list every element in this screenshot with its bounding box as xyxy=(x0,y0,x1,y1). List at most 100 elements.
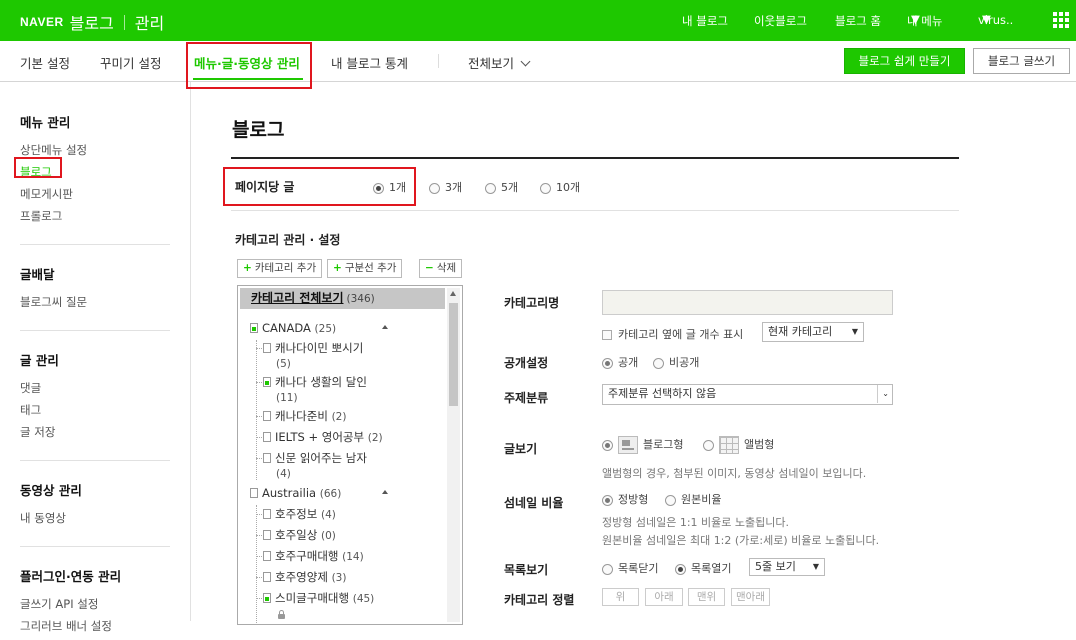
tree-root-all-categories[interactable]: 카테고리 전체보기 (346) xyxy=(240,288,445,309)
per-page-option-5[interactable]: 5개 xyxy=(485,179,518,195)
tree-node-australia-daily[interactable]: 호주일상 (0) xyxy=(263,528,336,544)
topic-select[interactable]: 주제분류 선택하지 않음 ⌄ xyxy=(602,384,893,405)
tree-branch xyxy=(256,514,262,515)
per-page-label: 페이지당 글 xyxy=(235,180,295,194)
radio-selected-icon xyxy=(675,563,686,575)
tree-node-australia-supplements[interactable]: 호주영양제 (3) xyxy=(263,570,346,586)
sidebar-item-blog[interactable]: 블로그 xyxy=(20,164,170,186)
tree-node-canada-life[interactable]: 캐나다 생활의 달인 (11) xyxy=(263,375,367,406)
tree-node-canada-immigration[interactable]: 캐나다이민 뽀시기 (5) xyxy=(263,341,363,372)
sidebar: 메뉴 관리 상단메뉴 설정 블로그 메모게시판 프롤로그 글배달 블로그씨 질문… xyxy=(0,82,191,633)
nav-neighbor-blog[interactable]: 이웃블로그 xyxy=(754,13,807,29)
collapse-icon[interactable] xyxy=(382,325,388,329)
sidebar-section-title: 글 관리 xyxy=(20,353,59,368)
show-count-select[interactable]: 현재 카테고리 ▼ xyxy=(762,322,864,342)
sidebar-item-prologue[interactable]: 프롤로그 xyxy=(20,208,170,230)
tree-node-australia-shopping[interactable]: 호주구매대행 (14) xyxy=(263,549,364,565)
sidebar-item-tags[interactable]: 태그 xyxy=(20,402,170,424)
tree-connector xyxy=(256,340,257,480)
sidebar-item-my-videos[interactable]: 내 동영상 xyxy=(20,510,170,532)
radio-icon xyxy=(703,439,714,451)
title-divider xyxy=(231,157,959,159)
list-close-radio[interactable]: 목록닫기 xyxy=(602,560,658,576)
top-bar: NAVER 블로그 관리 내 블로그 이웃블로그 블로그 홈 내 메뉴 ▼ vir… xyxy=(0,0,1076,41)
main-content: 블로그 페이지당 글 1개 3개 5개 10개 카테고리 관리 · 설정 + 카테… xyxy=(191,82,1076,625)
view-label: 글보기 xyxy=(504,442,538,456)
sidebar-item-saved-posts[interactable]: 글 저장 xyxy=(20,424,170,446)
thumb-original-radio[interactable]: 원본비율 xyxy=(665,491,721,507)
tree-branch xyxy=(256,598,262,599)
view-description: 앨범형의 경우, 첨부된 이미지, 동영상 섬네일이 보입니다. xyxy=(602,467,867,480)
radio-icon xyxy=(602,563,613,575)
tree-node-newspaper[interactable]: 신문 읽어주는 남자 (4) xyxy=(263,451,367,482)
add-divider-button[interactable]: + 구분선 추가 xyxy=(327,259,403,278)
active-tab-underline xyxy=(193,78,303,80)
sort-top-button[interactable]: 맨위 xyxy=(688,588,725,606)
category-name-label: 카테고리명 xyxy=(504,296,560,310)
tree-node-ielts[interactable]: IELTS + 영어공부 (2) xyxy=(263,430,383,446)
show-count-checkbox[interactable]: 카테고리 옆에 글 개수 표시 xyxy=(602,326,743,342)
sidebar-item-comments[interactable]: 댓글 xyxy=(20,380,170,402)
topic-label: 주제분류 xyxy=(504,391,549,405)
radio-selected-icon xyxy=(373,182,384,194)
category-icon xyxy=(250,323,258,333)
sidebar-item-banner[interactable]: 그리러브 배너 설정 xyxy=(20,618,170,640)
view-album-radio[interactable]: 앨범형 xyxy=(703,436,774,454)
radio-icon xyxy=(665,494,676,506)
lock-icon xyxy=(278,610,285,619)
category-icon xyxy=(263,411,271,421)
sidebar-section-posts: 글 관리 댓글 태그 글 저장 xyxy=(20,350,170,446)
add-category-button[interactable]: + 카테고리 추가 xyxy=(237,259,323,278)
plus-icon: + xyxy=(333,262,342,274)
radio-icon xyxy=(540,182,551,194)
write-post-button[interactable]: 블로그 글쓰기 xyxy=(973,48,1070,74)
tab-blog-stats[interactable]: 내 블로그 통계 xyxy=(331,53,408,72)
per-page-option-3[interactable]: 3개 xyxy=(429,179,462,195)
per-page-option-10[interactable]: 10개 xyxy=(540,179,580,195)
scrollbar-thumb[interactable] xyxy=(449,303,458,406)
nav-my-blog[interactable]: 내 블로그 xyxy=(682,13,728,29)
nav-blog-home[interactable]: 블로그 홈 xyxy=(835,13,881,29)
category-tree: 카테고리 전체보기 (346) CANADA (25) 캐나다이민 뽀시기 (5) … xyxy=(237,285,463,625)
list-view-label: 목록보기 xyxy=(504,563,549,577)
visibility-private-radio[interactable]: 비공개 xyxy=(653,354,699,370)
tab-menu-post-video[interactable]: 메뉴·글·동영상 관리 xyxy=(194,53,300,72)
radio-selected-icon xyxy=(602,494,613,506)
tree-node-canada-prep[interactable]: 캐나다준비 (2) xyxy=(263,409,346,425)
tab-design-settings[interactable]: 꾸미기 설정 xyxy=(100,53,161,72)
view-blog-radio[interactable]: 블로그형 xyxy=(602,436,683,454)
plus-icon: + xyxy=(243,262,252,274)
dropdown-arrow-icon: ▼ xyxy=(851,327,858,336)
scroll-up-arrow-icon[interactable] xyxy=(450,291,456,296)
sidebar-item-memo-board[interactable]: 메모게시판 xyxy=(20,186,170,208)
delete-category-button[interactable]: − 삭제 xyxy=(419,259,463,278)
sort-down-button[interactable]: 아래 xyxy=(645,588,683,606)
collapse-icon[interactable] xyxy=(382,490,388,494)
tree-node-smiggle[interactable]: 스미글구매대행 (45) xyxy=(263,591,374,607)
category-name-input[interactable] xyxy=(602,290,893,315)
thumb-square-description: 정방형 섬네일은 1:1 비율로 노출됩니다. xyxy=(602,516,789,529)
per-page-option-1[interactable]: 1개 xyxy=(373,179,406,195)
easy-blog-button[interactable]: 블로그 쉽게 만들기 xyxy=(844,48,965,74)
tab-basic-settings[interactable]: 기본 설정 xyxy=(20,53,70,72)
tab-view-all[interactable]: 전체보기 xyxy=(468,53,531,72)
category-icon xyxy=(263,572,271,582)
apps-grid-icon[interactable] xyxy=(1053,12,1069,28)
category-icon xyxy=(263,377,271,387)
tree-node-australia-info[interactable]: 호주정보 (4) xyxy=(263,507,336,523)
thumb-square-radio[interactable]: 정방형 xyxy=(602,491,648,507)
tree-node-australia[interactable]: Austrailia (66) xyxy=(250,486,341,502)
sidebar-item-blogc-question[interactable]: 블로그씨 질문 xyxy=(20,294,170,316)
tree-scrollbar[interactable] xyxy=(447,288,460,622)
visibility-public-radio[interactable]: 공개 xyxy=(602,354,638,370)
sidebar-item-top-menu[interactable]: 상단메뉴 설정 xyxy=(20,142,170,164)
dropdown-arrow-icon: ▼ xyxy=(812,562,819,571)
list-open-radio[interactable]: 목록열기 xyxy=(675,560,731,576)
sort-up-button[interactable]: 위 xyxy=(602,588,639,606)
radio-selected-icon xyxy=(602,357,613,369)
sidebar-item-write-api[interactable]: 글쓰기 API 설정 xyxy=(20,596,170,618)
sort-bottom-button[interactable]: 맨아래 xyxy=(731,588,770,606)
tree-node-canada[interactable]: CANADA (25) xyxy=(250,321,336,337)
list-rows-select[interactable]: 5줄 보기 ▼ xyxy=(749,558,825,576)
sidebar-section-title: 동영상 관리 xyxy=(20,483,82,498)
